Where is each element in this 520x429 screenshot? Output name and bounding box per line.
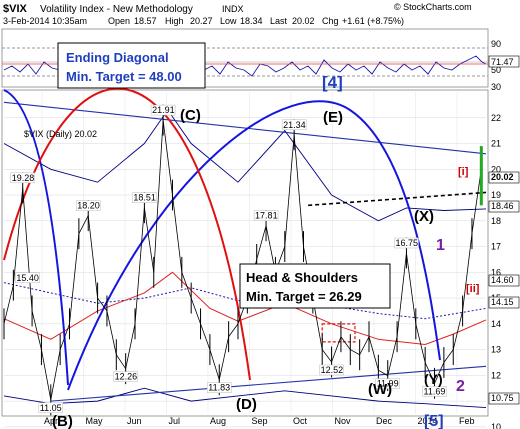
chg-value: +1.61 (+8.75%) [342,16,404,26]
x-tick-label: Dec [376,416,393,426]
x-tick-label: Oct [293,416,308,426]
brand-watermark: © StockCharts.com [394,2,472,12]
x-tick-label: Jun [127,416,142,426]
price-label: 11.83 [208,383,230,393]
y-tick-label: 12 [491,370,501,380]
right-value-label: 14.60 [491,275,514,285]
price-y-axis: 2221201918171615141312111020.0218.4614.6… [488,113,520,429]
last-label: Last [270,16,288,26]
price-label: 21.34 [283,120,306,130]
wave-label: (X) [414,208,434,225]
x-tick-label: Jul [169,416,181,426]
wave-label: (Y) [424,371,443,387]
chart-name: Volatility Index - New Methodology [40,4,193,15]
x-tick-label: Sep [252,416,268,426]
price-label: 12.52 [321,365,344,375]
y-tick-label: 21 [491,139,501,149]
wave-label: (W) [368,381,392,398]
y-tick-label: 17 [491,242,501,252]
low-value: 18.34 [240,16,263,26]
y-tick-label: 18 [491,216,501,226]
chart-symbol: $VIX [3,3,28,15]
y-tick-label: 13 [491,345,501,355]
wave-label: (B) [52,413,73,429]
x-tick-label: Aug [210,416,226,426]
price-label: 15.40 [16,273,39,283]
x-tick-label: Feb [459,416,475,426]
y-tick-label: 10 [491,422,501,429]
low-label: Low [220,16,237,26]
wave-label: [5] [424,413,444,429]
last-value: 20.02 [292,16,315,26]
open-value: 18.57 [134,16,157,26]
wave-label: (E) [323,109,343,126]
right-value-label: 14.15 [491,297,514,307]
wave-label: [ii] [466,283,480,295]
wave-label: [i] [458,166,469,178]
open-label: Open [108,16,130,26]
wave-label: [4] [322,73,343,92]
price-label: 18.20 [77,201,100,211]
price-label: 12.26 [115,372,138,382]
head-shoulders-title: Head & Shoulders [246,270,358,285]
indicator-tick-90: 90 [491,39,501,49]
price-label: 11.05 [40,403,62,413]
indicator-axis: 90 50 30 71.47 [488,39,520,92]
chg-label: Chg [322,16,339,26]
head-shoulders-target: Min. Target = 26.29 [246,289,362,304]
price-label: 16.75 [395,238,418,248]
indicator-last-value: 71.47 [491,57,514,67]
y-tick-label: 14 [491,319,501,329]
y-tick-label: 22 [491,113,501,123]
price-x-axis: Apr May Jun Jul Aug Sep Oct Nov Dec 2014 Feb [44,416,475,426]
price-label: 21.91 [152,105,175,115]
last-price-bar [479,146,483,206]
price-label: 19.28 [12,173,35,183]
y-tick-label: 19 [491,190,501,200]
chart-exchange: INDX [222,4,244,14]
wave-label: 1 [436,237,445,254]
series-legend: $VIX (Daily) 20.02 [24,129,97,139]
price-label: 11.69 [424,386,446,396]
indicator-tick-30: 30 [491,82,501,92]
high-label: High [165,16,184,26]
right-value-label: 18.46 [491,201,514,211]
right-value-label: 20.02 [491,172,514,182]
ending-diagonal-target: Min. Target = 48.00 [66,69,182,84]
high-value: 20.27 [190,16,213,26]
wave-label: (C) [180,107,201,124]
wave-label: (D) [236,396,257,413]
x-tick-label: May [86,416,104,426]
right-value-label: 10.75 [491,393,514,403]
vix-chart: $VIX Volatility Index - New Methodology … [1,2,520,429]
ending-diagonal-title: Ending Diagonal [66,50,169,65]
price-label: 18.51 [133,193,156,203]
chart-date: 3-Feb-2014 10:35am [3,16,87,26]
wave-label: 2 [456,378,465,395]
price-label: 17.81 [255,211,278,221]
x-tick-label: Nov [335,416,352,426]
